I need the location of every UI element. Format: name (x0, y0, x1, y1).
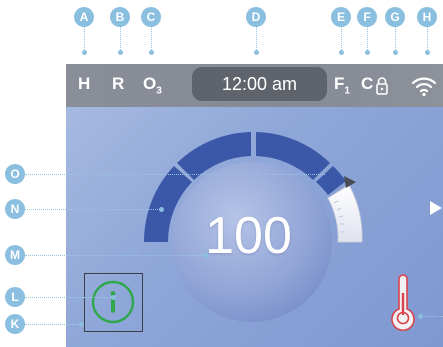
callout-f-dot (365, 50, 370, 55)
callout-k-dot (79, 322, 84, 327)
callout-m-dot (203, 253, 208, 258)
callout-b: B (110, 7, 130, 27)
callout-h-dot (425, 50, 430, 55)
callout-l: L (5, 287, 25, 307)
callout-f: F (357, 7, 377, 27)
callout-d: D (246, 7, 266, 27)
callout-e-line (341, 27, 342, 52)
callout-thermo-dot (418, 314, 423, 319)
callout-h-line (427, 27, 428, 52)
callout-a-dot (82, 50, 87, 55)
callout-b-dot (118, 50, 123, 55)
callout-c: C (141, 7, 161, 27)
callout-m-line (25, 255, 203, 256)
callout-a: A (74, 7, 94, 27)
callout-k: K (5, 314, 25, 334)
play-arrow-icon[interactable] (429, 200, 443, 216)
callout-a-line (84, 27, 85, 52)
callout-n: N (5, 199, 25, 219)
callout-c-dot (149, 50, 154, 55)
callout-b-line (120, 27, 121, 52)
callout-h: H (417, 7, 437, 27)
callout-c-line (151, 27, 152, 52)
callout-e: E (331, 7, 351, 27)
info-icon[interactable] (85, 274, 141, 330)
callout-f-line (367, 27, 368, 52)
callout-g: G (385, 7, 405, 27)
callout-m: M (5, 245, 25, 265)
spa-control-screen: H R O3 12:00 am F1 C 100 (66, 64, 443, 347)
gauge-setpoint-arc (327, 184, 363, 243)
callout-g-line (395, 27, 396, 52)
thermometer-icon[interactable] (388, 273, 418, 333)
callout-l-line (25, 297, 111, 298)
callout-e-dot (339, 50, 344, 55)
callout-d-dot (254, 50, 259, 55)
callout-l-dot (111, 295, 116, 300)
callout-g-dot (393, 50, 398, 55)
callout-thermo-line (420, 316, 443, 317)
callout-n-dot (159, 207, 164, 212)
callout-d-line (256, 27, 257, 52)
callout-o: O (5, 164, 25, 184)
info-button-frame (84, 273, 143, 332)
callout-o-line (25, 174, 325, 175)
callout-k-line (25, 324, 83, 325)
callout-n-line (25, 209, 160, 210)
